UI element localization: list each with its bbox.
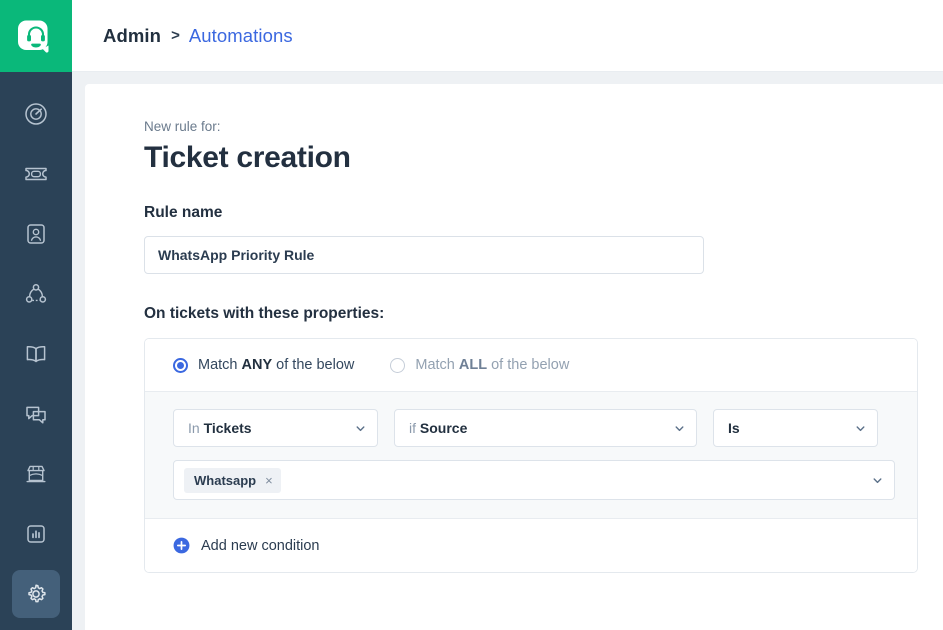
sidebar-nav: [0, 72, 72, 630]
close-icon[interactable]: ×: [265, 474, 273, 487]
app-logo[interactable]: [0, 0, 72, 72]
ticket-icon: [23, 161, 49, 187]
chevron-down-icon: [855, 423, 866, 434]
main-sidebar: [0, 0, 72, 630]
breadcrumb-root[interactable]: Admin: [103, 25, 161, 47]
condition-value-select[interactable]: Whatsapp ×: [173, 460, 895, 500]
sidebar-item-dashboard[interactable]: [12, 90, 60, 138]
chevron-down-icon: [872, 475, 883, 486]
headset-logo-icon: [15, 15, 57, 57]
chevron-down-icon: [674, 423, 685, 434]
rule-name-input[interactable]: [144, 236, 704, 274]
match-any-option[interactable]: Match ANY of the below: [173, 357, 354, 373]
book-icon: [23, 341, 49, 367]
add-new-condition-button[interactable]: Add new condition: [145, 519, 917, 572]
breadcrumb-separator-icon: >: [171, 28, 180, 43]
match-all-option[interactable]: Match ALL of the below: [390, 357, 569, 373]
breadcrumb: Admin > Automations: [103, 25, 293, 47]
value-chip-label: Whatsapp: [194, 473, 256, 488]
condition-operator-value: Is: [728, 420, 849, 436]
condition-row: In Tickets if Source: [145, 392, 917, 519]
dashboard-gauge-icon: [23, 101, 49, 127]
condition-field-select[interactable]: if Source: [394, 409, 697, 447]
breadcrumb-current[interactable]: Automations: [189, 25, 293, 47]
value-chip[interactable]: Whatsapp ×: [184, 468, 281, 493]
automation-rule-page: Admin > Automations New rule for: Ticket…: [0, 0, 943, 630]
page-background: New rule for: Ticket creation Rule name …: [72, 72, 943, 630]
chevron-down-icon: [355, 423, 366, 434]
condition-scope-select[interactable]: In Tickets: [173, 409, 378, 447]
sidebar-item-chat[interactable]: [12, 390, 60, 438]
main-region: Admin > Automations New rule for: Ticket…: [72, 0, 943, 630]
match-all-label: Match ALL of the below: [415, 357, 569, 373]
sidebar-item-marketplace[interactable]: [12, 450, 60, 498]
match-any-label: Match ANY of the below: [198, 357, 354, 373]
condition-operator-select[interactable]: Is: [713, 409, 878, 447]
gear-icon: [23, 581, 49, 607]
sidebar-item-knowledge-base[interactable]: [12, 330, 60, 378]
sidebar-item-tickets[interactable]: [12, 150, 60, 198]
rule-name-label: Rule name: [144, 204, 943, 222]
sidebar-item-automations[interactable]: [12, 270, 60, 318]
radio-all-icon[interactable]: [390, 358, 405, 373]
chat-bubbles-icon: [23, 401, 49, 427]
condition-selects: In Tickets if Source: [173, 409, 895, 447]
sidebar-item-settings[interactable]: [12, 570, 60, 618]
match-mode-row: Match ANY of the below Match ALL of the …: [145, 339, 917, 392]
contact-card-icon: [23, 221, 49, 247]
sidebar-item-analytics[interactable]: [12, 510, 60, 558]
radio-any-icon[interactable]: [173, 358, 188, 373]
marketplace-store-icon: [23, 461, 49, 487]
add-new-condition-label: Add new condition: [201, 538, 320, 554]
condition-field-value: if Source: [409, 420, 668, 436]
properties-label: On tickets with these properties:: [144, 305, 943, 323]
sidebar-item-contacts[interactable]: [12, 210, 60, 258]
page-eyebrow: New rule for:: [144, 119, 943, 134]
top-bar: Admin > Automations: [72, 0, 943, 72]
analytics-bar-icon: [23, 521, 49, 547]
content-card: New rule for: Ticket creation Rule name …: [85, 84, 943, 630]
condition-scope-value: In Tickets: [188, 420, 349, 436]
network-nodes-icon: [23, 281, 49, 307]
page-title: Ticket creation: [144, 141, 943, 175]
condition-panel: Match ANY of the below Match ALL of the …: [144, 338, 918, 573]
plus-circle-icon: [173, 537, 190, 554]
